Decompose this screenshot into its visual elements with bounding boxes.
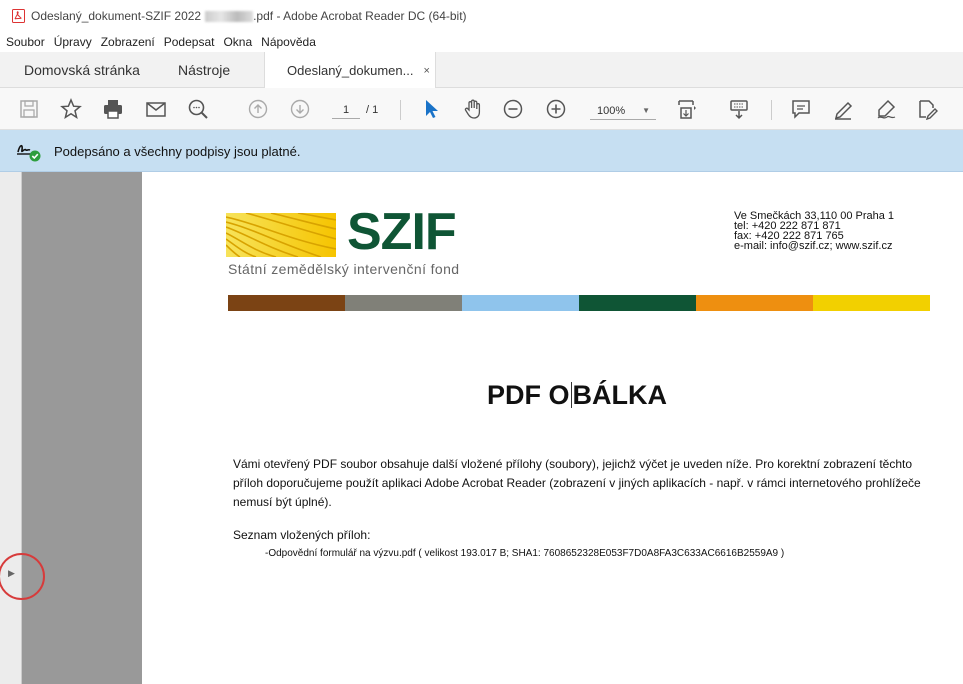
highlight-circle-annotation: [0, 553, 45, 600]
zoom-level-select[interactable]: 100% ▼: [590, 102, 656, 120]
attachments-heading: Seznam vložených příloh:: [233, 528, 371, 542]
menu-item-zobrazeni[interactable]: Zobrazení: [101, 35, 155, 49]
brand-color-bar: [228, 295, 930, 311]
page-total: / 1: [366, 104, 379, 116]
szif-logo-subtitle: Státní zemědělský intervenční fond: [228, 261, 460, 277]
highlight-pen-icon[interactable]: [830, 96, 856, 122]
signature-valid-icon[interactable]: [16, 140, 42, 162]
close-tab-icon[interactable]: ×: [423, 65, 429, 77]
window-titlebar: Odeslaný_dokument-SZIF 2022 .pdf - Adobe…: [0, 0, 963, 32]
document-background: [22, 172, 142, 684]
contact-address-block: Ve Smečkách 33,110 00 Praha 1 tel: +420 …: [734, 211, 894, 252]
comment-icon[interactable]: [788, 96, 814, 122]
tab-tools[interactable]: Nástroje: [178, 52, 230, 88]
hand-tool-icon[interactable]: [460, 96, 486, 122]
tab-document-label: Odeslaný_dokumen...: [287, 63, 414, 78]
document-title-part-a: PDF O: [487, 380, 570, 410]
menu-item-okna[interactable]: Okna: [223, 35, 252, 49]
pdf-file-icon: [12, 9, 25, 23]
select-cursor-icon[interactable]: [418, 96, 444, 122]
address-line: e-mail: info@szif.cz; www.szif.cz: [734, 240, 893, 252]
fit-page-icon[interactable]: [674, 96, 700, 122]
document-title: PDF O BÁLKA: [487, 380, 667, 411]
color-segment: [345, 295, 462, 311]
tab-home[interactable]: Domovská stránka: [24, 52, 140, 88]
bookmark-star-icon[interactable]: [58, 96, 84, 122]
window-title-prefix: Odeslaný_dokument-SZIF 2022: [31, 9, 202, 23]
document-paragraph: Vámi otevřený PDF soubor obsahuje další …: [233, 457, 921, 509]
toolbar: 1 / 1 100% ▼: [0, 88, 963, 130]
fill-and-sign-icon[interactable]: [914, 96, 940, 122]
menu-item-napoveda[interactable]: Nápověda: [261, 35, 316, 49]
save-icon[interactable]: [16, 96, 42, 122]
color-segment: [813, 295, 930, 311]
color-segment: [696, 295, 813, 311]
print-icon[interactable]: [100, 96, 126, 122]
page-number-input[interactable]: 1: [332, 101, 360, 119]
szif-logo-fields-icon: [226, 213, 336, 257]
szif-logo-text: SZIF: [347, 203, 457, 261]
zoom-in-icon[interactable]: [543, 96, 569, 122]
text-cursor: [570, 382, 572, 408]
menu-item-soubor[interactable]: Soubor: [6, 35, 45, 49]
color-segment: [579, 295, 696, 311]
zoom-out-icon[interactable]: [500, 96, 526, 122]
document-title-part-b: BÁLKA: [572, 380, 668, 410]
email-icon[interactable]: [143, 96, 169, 122]
signature-status-bar: Podepsáno a všechny podpisy jsou platné.: [0, 130, 963, 172]
tab-document[interactable]: Odeslaný_dokumen... ×: [264, 52, 436, 89]
window-title-suffix: .pdf - Adobe Acrobat Reader DC (64-bit): [253, 9, 467, 23]
tab-bar: Domovská stránka Nástroje Odeslaný_dokum…: [0, 52, 963, 89]
color-segment: [228, 295, 345, 311]
chevron-down-icon: ▼: [642, 106, 650, 115]
sign-icon[interactable]: [873, 96, 899, 122]
next-page-icon[interactable]: [287, 96, 313, 122]
zoom-level-value: 100%: [597, 105, 626, 117]
toolbar-divider: [771, 100, 772, 120]
menu-item-podepsat[interactable]: Podepsat: [164, 35, 215, 49]
menu-item-upravy[interactable]: Úpravy: [54, 35, 92, 49]
scroll-mode-icon[interactable]: [726, 96, 752, 122]
menu-bar: Soubor Úpravy Zobrazení Podepsat Okna Ná…: [0, 32, 963, 52]
page-number-box: 1 / 1: [332, 101, 378, 119]
redacted-filename: [205, 10, 254, 22]
signature-status-text: Podepsáno a všechny podpisy jsou platné.: [54, 144, 301, 159]
attachment-list-item[interactable]: -Odpovědní formulář na výzvu.pdf ( velik…: [265, 548, 784, 559]
previous-page-icon[interactable]: [245, 96, 271, 122]
color-segment: [462, 295, 579, 311]
search-icon[interactable]: [185, 96, 211, 122]
toolbar-divider: [400, 100, 401, 120]
navigation-pane-strip: [0, 172, 22, 684]
